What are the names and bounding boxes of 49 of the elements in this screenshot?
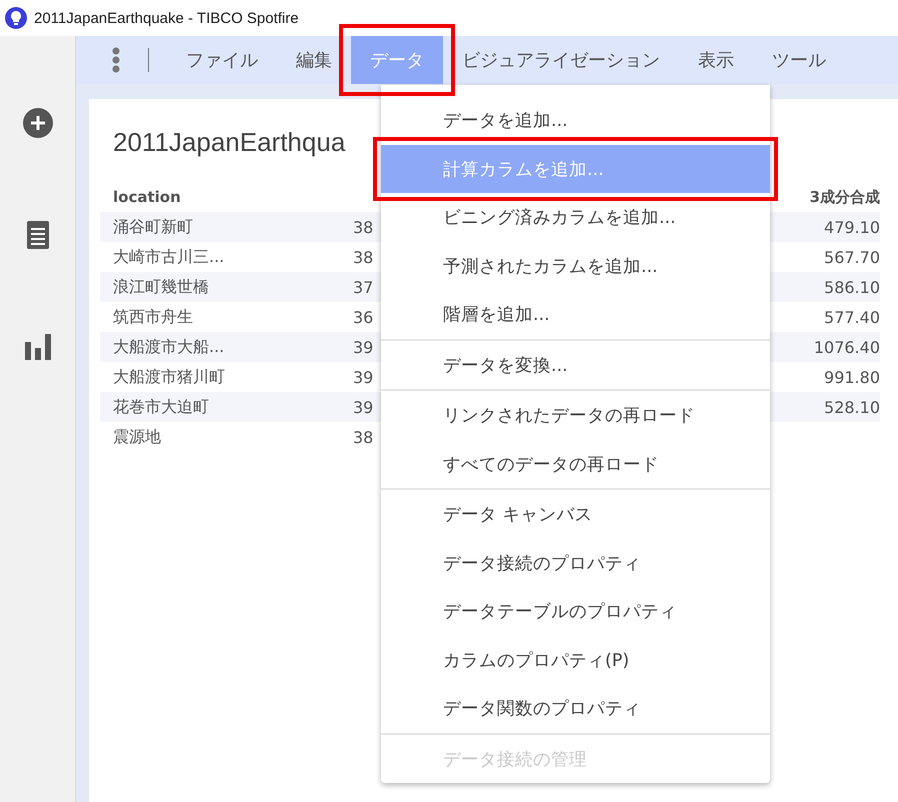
table-cell: 586.10: [824, 278, 880, 296]
bar-chart-icon[interactable]: [24, 332, 50, 360]
menu-item[interactable]: 予測されたカラムを追加...: [381, 242, 770, 290]
table-cell: 567.70: [824, 248, 880, 266]
menu-tab[interactable]: ファイル: [167, 36, 277, 84]
table-cell: 36: [353, 308, 374, 326]
table-cell: 大船渡市大船...: [113, 336, 224, 358]
table-cell: 大船渡市猪川町: [113, 366, 225, 388]
menu-item[interactable]: すべてのデータの再ロード: [381, 440, 770, 488]
table-cell: 浪江町幾世橋: [113, 276, 209, 298]
table-cell: 38: [353, 428, 374, 446]
menu-item[interactable]: リンクされたデータの再ロード: [381, 391, 770, 440]
table-cell: 39: [353, 368, 374, 386]
table-cell: 38: [353, 248, 374, 266]
document-icon[interactable]: [26, 220, 50, 250]
menu-item[interactable]: ビニング済みカラムを追加...: [381, 193, 770, 242]
table-cell: 筑西市舟生: [113, 306, 193, 328]
table-cell: 涌谷町新町: [113, 216, 193, 238]
menu-item[interactable]: 階層を追加...: [381, 290, 770, 338]
window-title: 2011JapanEarthquake - TIBCO Spotfire: [34, 10, 299, 26]
column-header[interactable]: location: [113, 188, 353, 206]
table-cell: 38: [353, 218, 374, 236]
menu-item[interactable]: カラムのプロパティ(P): [381, 636, 770, 684]
column-header[interactable]: 3成分合成: [810, 188, 880, 206]
menu-item[interactable]: データ接続のプロパティ: [381, 538, 770, 587]
more-icon[interactable]: [112, 47, 120, 73]
menu-item[interactable]: データを追加...: [381, 96, 770, 144]
menu-item[interactable]: データ キャンバス: [381, 490, 770, 538]
menu-tab[interactable]: ツール: [753, 36, 845, 84]
table-cell: 479.10: [824, 218, 880, 236]
table-cell: 37: [353, 278, 374, 296]
menu-tab[interactable]: ビジュアライゼーション: [443, 36, 679, 84]
table-cell: 528.10: [824, 398, 880, 416]
table-cell: 39: [353, 338, 374, 356]
table-cell: 577.40: [824, 308, 880, 326]
table-cell: 花巻市大迫町: [113, 396, 209, 418]
visualization-title: 2011JapanEarthqua: [113, 127, 346, 158]
menu-item[interactable]: データテーブルのプロパティ: [381, 587, 770, 636]
table-cell: 39: [353, 398, 374, 416]
menu-item[interactable]: データを変換...: [381, 340, 770, 389]
lightbulb-icon: [4, 6, 28, 30]
table-cell: 991.80: [824, 368, 880, 386]
table-cell: 大崎市古川三...: [113, 246, 224, 268]
table-cell: 震源地: [113, 426, 161, 448]
menu-tab[interactable]: 編集: [277, 36, 351, 84]
menu-tab[interactable]: 表示: [679, 36, 753, 84]
menu-item[interactable]: データ関数のプロパティ: [381, 684, 770, 732]
add-icon[interactable]: [22, 108, 52, 138]
table-cell: 1076.40: [814, 338, 880, 356]
